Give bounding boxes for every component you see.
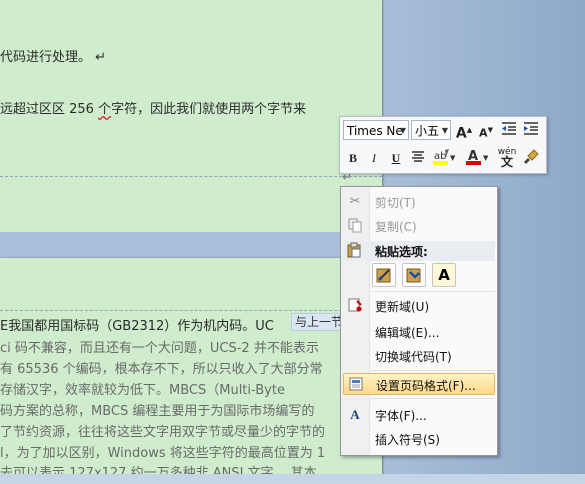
italic-button[interactable]: I: [365, 149, 383, 167]
paste-options-header: 粘贴选项:: [343, 241, 495, 261]
spelling-error-word: 个: [98, 102, 112, 117]
page-gap: [0, 232, 382, 258]
text-line: E我国都用国标码（GB2312）作为机内码。UC: [0, 319, 274, 334]
format-painter-icon: [524, 149, 539, 164]
increase-indent-icon: [524, 122, 538, 135]
text-line: 了节约资源，往往将这些文字用双字节或尽量少的字节的: [0, 425, 326, 440]
menu-item-label: 编辑域(E)...: [375, 326, 440, 340]
paste-keep-source-button[interactable]: [372, 263, 396, 287]
menu-item-label: 插入符号(S): [375, 433, 440, 447]
text-only-icon: A: [438, 266, 450, 284]
text-line: 存储汉字，效率就较为低下。MBCS（Multi-Byte: [0, 383, 285, 398]
highlighter-icon: ab ▼: [433, 149, 456, 165]
footer-boundary-line: [0, 176, 382, 177]
font-name-value: Times Ne: [347, 124, 403, 138]
paste-merge-format-button[interactable]: [402, 263, 426, 287]
svg-text:▼: ▼: [483, 154, 489, 162]
grow-font-icon: A: [455, 125, 467, 142]
paste-options-label: 粘贴选项:: [375, 245, 428, 259]
mini-toolbar: Times Ne ▼ 小五 ▼ A▲ A▼ B I U ab ▼ A ▼ wén 文: [339, 116, 547, 174]
same-as-previous-tag: 与上一节: [291, 313, 348, 331]
menu-item-label: 字体(F)...: [375, 409, 427, 423]
menu-item-page-number-format[interactable]: 设置页码格式(F)...: [343, 373, 495, 395]
menu-item-insert-symbol[interactable]: 插入符号(S): [343, 428, 495, 450]
format-painter-button[interactable]: [522, 149, 540, 167]
text-line: 代码进行处理。 ↵: [0, 50, 107, 65]
center-align-button[interactable]: [409, 149, 427, 167]
shrink-font-button[interactable]: A▼: [477, 121, 495, 140]
menu-separator: [371, 370, 495, 371]
text-line: 码方案的总称，MBCS 编程主要用于为国际市场编写的: [0, 404, 315, 419]
menu-item-edit-field[interactable]: 编辑域(E)...: [343, 321, 495, 343]
header-boundary-line: [0, 310, 382, 311]
text-line: 远超过区区 256 个字符，因此我们就使用两个字节来: [0, 102, 307, 117]
menu-separator: [371, 398, 495, 399]
grow-font-button[interactable]: A▲: [455, 121, 473, 142]
bold-button[interactable]: B: [344, 149, 362, 167]
status-bar-edge: [0, 474, 585, 484]
paste-merge-icon: [406, 268, 421, 283]
menu-separator: [371, 291, 495, 292]
svg-text:ab: ab: [434, 151, 446, 162]
decrease-indent-button[interactable]: [500, 121, 518, 139]
menu-item-label: 更新域(U): [375, 300, 430, 314]
paste-keep-formatting-icon: [376, 268, 391, 283]
font-color-button[interactable]: A ▼: [464, 148, 490, 166]
menu-item-update-field[interactable]: 更新域(U): [343, 295, 495, 317]
underline-button[interactable]: U: [387, 149, 405, 167]
font-size-select[interactable]: 小五 ▼: [411, 120, 451, 140]
chevron-down-icon: ▼: [399, 126, 406, 135]
decrease-indent-icon: [502, 122, 516, 135]
menu-item-cut[interactable]: ✂ 剪切(T): [343, 191, 495, 213]
shrink-font-icon: A: [479, 126, 488, 140]
increase-indent-button[interactable]: [522, 121, 540, 139]
chevron-down-icon: ▼: [441, 126, 448, 135]
page-number-format-icon: [347, 376, 365, 394]
font-name-select[interactable]: Times Ne ▼: [343, 120, 409, 140]
menu-item-label: 切换域代码(T): [375, 350, 452, 364]
scissors-icon: ✂: [349, 194, 361, 209]
update-field-icon: [346, 297, 364, 315]
document-page-bottom[interactable]: E我国都用国标码（GB2312）作为机内码。UC ci 码不兼容，而且还有一个大…: [0, 258, 382, 484]
clipboard-icon: [346, 242, 362, 262]
menu-item-label: 设置页码格式(F)...: [376, 379, 476, 393]
font-icon: A: [350, 407, 360, 422]
highlight-color-button[interactable]: ab ▼: [431, 148, 457, 166]
document-page-top[interactable]: 代码进行处理。 ↵ 远超过区区 256 个字符，因此我们就使用两个字节来 ↵: [0, 0, 382, 232]
menu-item-toggle-field-codes[interactable]: 切换域代码(T): [343, 345, 495, 367]
menu-item-font[interactable]: A 字体(F)...: [343, 404, 495, 426]
paste-text-only-button[interactable]: A: [432, 263, 456, 287]
align-center-icon: [412, 151, 424, 162]
menu-item-label: 复制(C): [375, 220, 417, 234]
text-line: l，为了加以区别，Windows 将这些字符的最高位置为 1: [0, 446, 326, 461]
menu-item-label: 剪切(T): [375, 196, 416, 210]
phonetic-guide-button[interactable]: wén 文: [496, 147, 518, 168]
font-size-value: 小五: [415, 124, 440, 138]
copy-icon: [346, 217, 364, 235]
phonetic-char-icon: 文: [500, 155, 513, 169]
menu-item-copy[interactable]: 复制(C): [343, 215, 495, 237]
context-menu: ✂ 剪切(T) 复制(C) 粘贴选项: A 更新域(U) 编辑域(E)... 切…: [340, 186, 498, 456]
font-color-icon: A ▼: [466, 149, 489, 165]
svg-text:▼: ▼: [450, 154, 456, 162]
text-line: ci 码不兼容，而且还有一个大问题，UCS-2 并不能表示: [0, 341, 319, 356]
text-line: 有 65536 个编码，根本存不下，所以只收入了大部分常: [0, 362, 323, 377]
